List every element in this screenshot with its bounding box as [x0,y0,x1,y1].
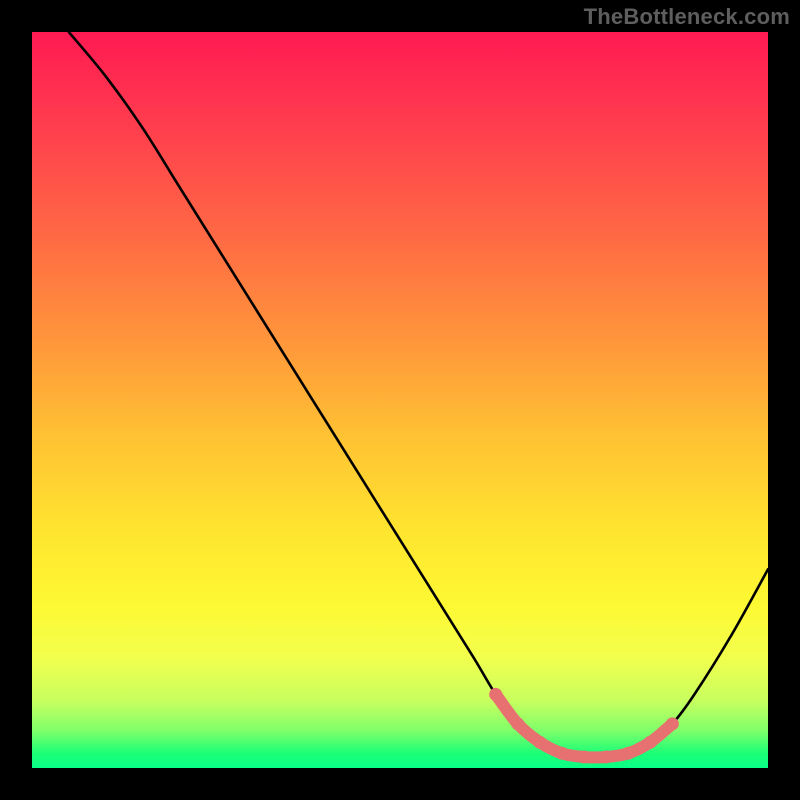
valley-dot [533,736,546,749]
curve-layer [32,32,768,768]
valley-dot [666,717,679,730]
watermark-text: TheBottleneck.com [584,4,790,30]
bottleneck-curve [69,32,768,757]
valley-dot [622,747,635,760]
valley-dot [511,717,524,730]
valley-dot [578,750,591,763]
valley-markers [489,688,679,764]
valley-dot [600,750,613,763]
plot-area [32,32,768,768]
valley-dot [555,747,568,760]
valley-dot [489,688,502,701]
valley-dot [644,736,657,749]
